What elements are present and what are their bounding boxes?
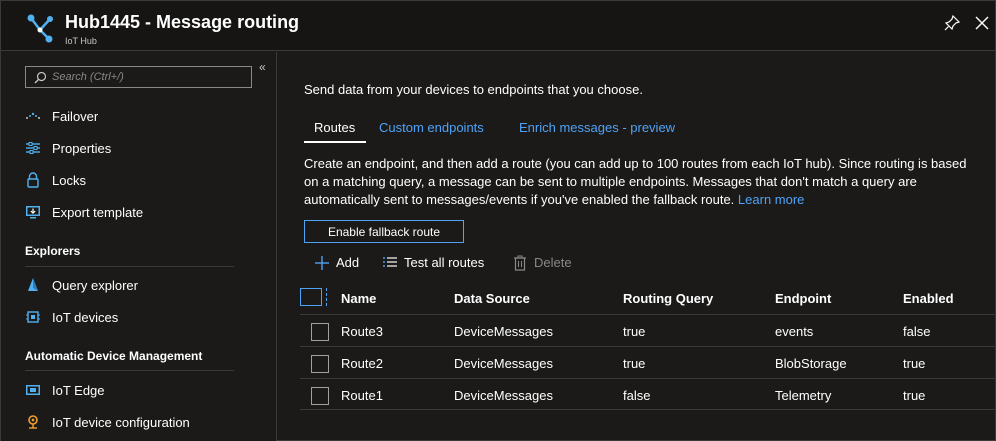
- lock-icon: [27, 172, 39, 188]
- sidebar-item-label: IoT Edge: [52, 383, 105, 398]
- cell-routing-query: true: [623, 356, 646, 371]
- add-button[interactable]: Add: [314, 252, 364, 274]
- add-label: Add: [336, 255, 360, 270]
- iot-edge-icon: [26, 385, 40, 395]
- sidebar-item-iot-device-configuration[interactable]: IoT device configuration: [25, 410, 260, 434]
- active-tab-indicator: [304, 141, 366, 143]
- collapse-sidebar-button[interactable]: «: [259, 60, 266, 74]
- main-content: Send data from your devices to endpoints…: [278, 52, 995, 441]
- close-icon[interactable]: [973, 14, 991, 32]
- cell-endpoint: Telemetry: [775, 388, 832, 403]
- test-all-routes-button[interactable]: Test all routes: [382, 252, 494, 274]
- properties-icon: [26, 142, 40, 154]
- cell-data-source: DeviceMessages: [454, 356, 553, 371]
- section-divider: [25, 370, 234, 371]
- cell-enabled: true: [903, 356, 926, 371]
- sidebar-item-failover[interactable]: Failover: [25, 104, 260, 128]
- cell-data-source: DeviceMessages: [454, 324, 553, 339]
- column-header-enabled[interactable]: Enabled: [903, 291, 954, 306]
- sidebar-item-locks[interactable]: Locks: [25, 168, 260, 192]
- routing-description: Create an endpoint, and then add a route…: [304, 155, 984, 209]
- select-all-checkbox[interactable]: [300, 288, 327, 306]
- pin-icon[interactable]: [943, 14, 961, 32]
- cell-data-source: DeviceMessages: [454, 388, 553, 403]
- export-template-icon: [26, 206, 40, 219]
- column-header-routing-query[interactable]: Routing Query: [623, 291, 713, 306]
- search-input[interactable]: [52, 69, 247, 85]
- query-explorer-icon: [28, 278, 38, 291]
- trash-icon: [514, 255, 526, 271]
- table-row[interactable]: Route2 DeviceMessages true BlobStorage t…: [300, 346, 995, 378]
- table-row[interactable]: Route3 DeviceMessages true events false: [300, 314, 995, 346]
- row-checkbox[interactable]: [311, 355, 329, 373]
- section-divider: [25, 266, 234, 267]
- column-header-name[interactable]: Name: [341, 291, 376, 306]
- delete-label: Delete: [534, 255, 572, 270]
- row-checkbox[interactable]: [311, 387, 329, 405]
- sidebar-item-label: IoT device configuration: [52, 415, 190, 430]
- sidebar-item-label: Locks: [52, 173, 86, 188]
- row-checkbox[interactable]: [311, 323, 329, 341]
- iot-hub-logo-icon: [27, 14, 53, 43]
- cell-endpoint: events: [775, 324, 814, 339]
- delete-button[interactable]: Delete: [512, 252, 582, 274]
- column-header-endpoint[interactable]: Endpoint: [775, 291, 831, 306]
- sidebar-item-label: IoT devices: [52, 310, 119, 325]
- routes-table-header: Name Data Source Routing Query Endpoint …: [300, 285, 995, 313]
- blade-header: Hub1445 - Message routing IoT Hub: [1, 1, 995, 51]
- cell-enabled: false: [903, 324, 931, 339]
- cell-routing-query: false: [623, 388, 651, 403]
- learn-more-link[interactable]: Learn more: [738, 192, 804, 207]
- tab-custom-endpoints[interactable]: Custom endpoints: [379, 120, 484, 135]
- sidebar-item-export-template[interactable]: Export template: [25, 200, 260, 224]
- sidebar-item-iot-edge[interactable]: IoT Edge: [25, 378, 260, 402]
- cell-enabled: true: [903, 388, 926, 403]
- section-automatic-device-management: Automatic Device Management: [25, 349, 203, 363]
- cell-name: Route2: [341, 356, 383, 371]
- iot-devices-icon: [26, 311, 40, 323]
- search-icon: [34, 71, 47, 84]
- search-box[interactable]: [25, 66, 252, 88]
- section-explorers: Explorers: [25, 244, 81, 258]
- failover-icon: [26, 112, 40, 119]
- table-bottom-divider: [300, 409, 995, 410]
- tab-enrich-messages[interactable]: Enrich messages - preview: [519, 120, 675, 135]
- cell-endpoint: BlobStorage: [775, 356, 847, 371]
- enable-fallback-route-button[interactable]: Enable fallback route: [304, 220, 464, 243]
- intro-text: Send data from your devices to endpoints…: [304, 82, 643, 97]
- sidebar-item-label: Properties: [52, 141, 112, 156]
- cell-name: Route3: [341, 324, 383, 339]
- test-list-icon: [383, 257, 397, 267]
- sidebar: « Failover Properties Locks: [1, 52, 277, 441]
- device-configuration-icon: [28, 415, 38, 429]
- sidebar-item-query-explorer[interactable]: Query explorer: [25, 273, 260, 297]
- page-title: Hub1445 - Message routing: [65, 12, 300, 32]
- plus-icon: [315, 256, 329, 270]
- description-text: Create an endpoint, and then add a route…: [304, 156, 967, 207]
- sidebar-item-label: Export template: [52, 205, 144, 220]
- test-all-routes-label: Test all routes: [404, 255, 485, 270]
- cell-routing-query: true: [623, 324, 646, 339]
- column-header-data-source[interactable]: Data Source: [454, 291, 530, 306]
- table-row[interactable]: Route1 DeviceMessages false Telemetry tr…: [300, 378, 995, 410]
- tab-routes[interactable]: Routes: [314, 120, 355, 135]
- sidebar-item-properties[interactable]: Properties: [25, 136, 260, 160]
- sidebar-item-iot-devices[interactable]: IoT devices: [25, 305, 260, 329]
- page-subtitle: IoT Hub: [65, 36, 97, 46]
- sidebar-item-label: Failover: [52, 109, 99, 124]
- sidebar-item-label: Query explorer: [52, 278, 138, 293]
- cell-name: Route1: [341, 388, 383, 403]
